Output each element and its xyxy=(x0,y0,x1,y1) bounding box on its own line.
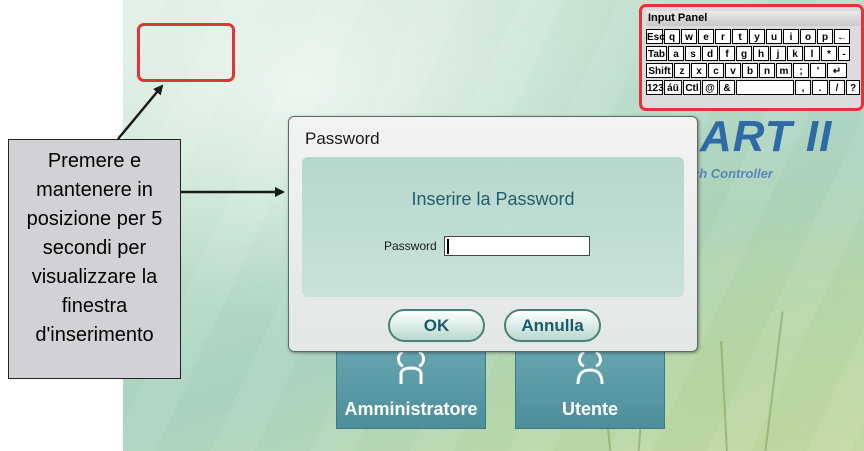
arrow-to-press-area xyxy=(117,84,164,140)
callout-arrows xyxy=(117,84,285,197)
